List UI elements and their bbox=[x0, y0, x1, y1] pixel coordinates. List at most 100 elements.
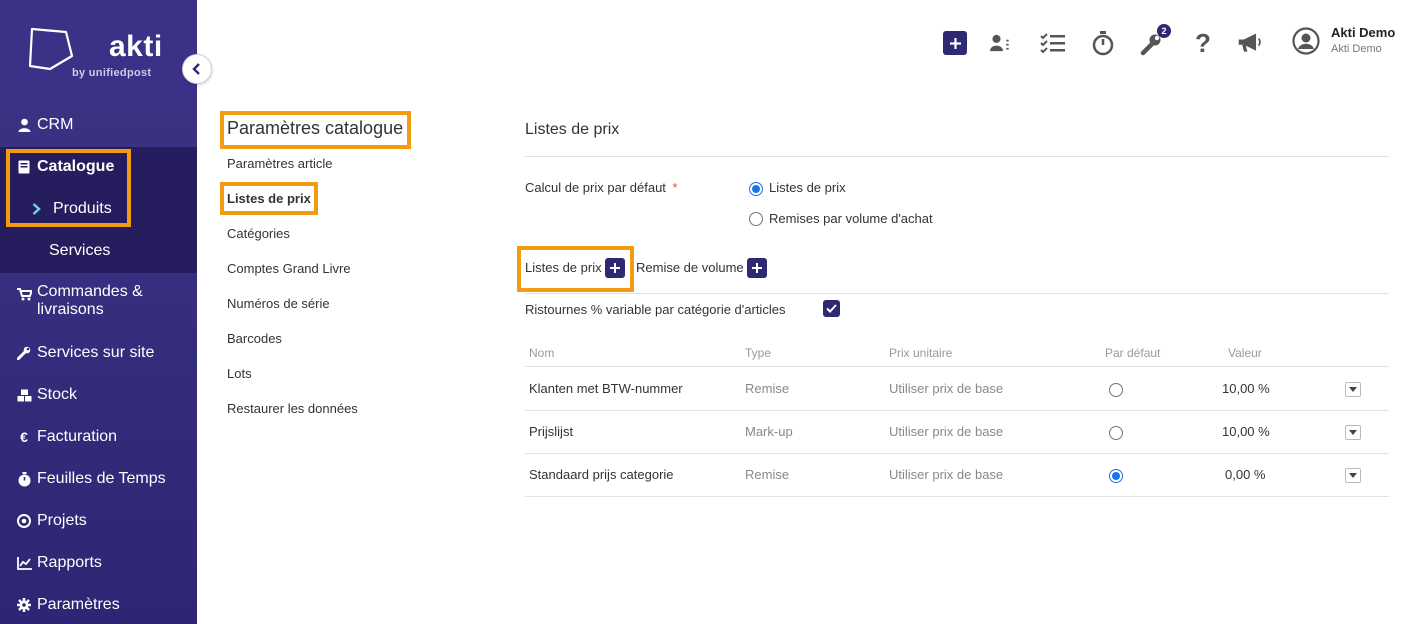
cart-icon bbox=[16, 286, 32, 302]
target-icon bbox=[16, 513, 32, 529]
sidebar-item-rapports[interactable]: Rapports bbox=[0, 542, 197, 584]
sidebar: akti by unifiedpost CRM Catalogue Produi… bbox=[0, 0, 197, 624]
subnav-link-comptes[interactable]: Comptes Grand Livre bbox=[227, 261, 351, 276]
cell-name: Klanten met BTW-nummer bbox=[529, 381, 683, 396]
check-icon bbox=[826, 304, 837, 313]
cell-name: Prijslijst bbox=[529, 424, 574, 439]
wrench-icon bbox=[16, 345, 32, 361]
radio-remises-volume[interactable] bbox=[749, 212, 763, 226]
stopwatch-icon bbox=[16, 471, 32, 487]
megaphone-icon bbox=[1238, 33, 1261, 52]
subnav-link-lots[interactable]: Lots bbox=[227, 366, 252, 381]
table-divider bbox=[525, 496, 1389, 497]
column-header-nom: Nom bbox=[529, 346, 555, 360]
sidebar-item-label: Paramètres bbox=[37, 596, 120, 613]
divider bbox=[525, 293, 1389, 294]
cell-type: Mark-up bbox=[745, 424, 793, 439]
sidebar-item-commandes[interactable]: Commandes & livraisons bbox=[0, 283, 197, 321]
subnav-link-categories[interactable]: Catégories bbox=[227, 226, 290, 241]
sidebar-item-feuilles[interactable]: Feuilles de Temps bbox=[0, 458, 197, 500]
brand-name: akti bbox=[109, 30, 163, 63]
stopwatch-icon bbox=[1092, 30, 1114, 55]
sidebar-item-label: Stock bbox=[37, 386, 78, 403]
cell-unit-price: Utiliser prix de base bbox=[889, 467, 1004, 482]
contacts-list-button[interactable] bbox=[990, 30, 1016, 56]
checklist-icon bbox=[1040, 33, 1065, 53]
sidebar-item-label-wrap: Commandes & livraisons bbox=[37, 283, 143, 319]
cell-value: 10,00 % bbox=[1222, 381, 1270, 396]
user-name[interactable]: Akti Demo bbox=[1331, 25, 1395, 40]
euro-icon: € bbox=[20, 429, 28, 445]
default-radio[interactable] bbox=[1109, 383, 1123, 397]
brand-logo[interactable]: akti by unifiedpost bbox=[0, 0, 197, 104]
cell-value: 0,00 % bbox=[1225, 467, 1266, 482]
chart-icon bbox=[16, 555, 32, 571]
row-actions-dropdown[interactable] bbox=[1345, 468, 1361, 483]
column-header-valeur: Valeur bbox=[1228, 346, 1262, 360]
question-icon: ? bbox=[1195, 27, 1211, 58]
column-header-prix: Prix unitaire bbox=[889, 346, 953, 360]
user-icon bbox=[16, 117, 32, 133]
highlight-box-add-list bbox=[517, 246, 634, 292]
brand-sub: by unifiedpost bbox=[72, 67, 152, 79]
cell-type: Remise bbox=[745, 381, 790, 396]
sidebar-item-projets[interactable]: Projets bbox=[0, 500, 197, 542]
sidebar-item-label: Services bbox=[49, 242, 111, 259]
default-radio[interactable] bbox=[1109, 469, 1123, 483]
tasks-button[interactable] bbox=[1040, 30, 1066, 56]
sidebar-item-label: Facturation bbox=[37, 428, 118, 445]
sidebar-item-crm[interactable]: CRM bbox=[0, 104, 197, 146]
subnav-link-parametres-article[interactable]: Paramètres article bbox=[227, 156, 332, 171]
add-volume-discount-button[interactable] bbox=[747, 258, 767, 278]
avatar-icon bbox=[1292, 27, 1320, 55]
calc-label-text: Calcul de prix par défaut bbox=[525, 180, 666, 195]
subnav-link-barcodes[interactable]: Barcodes bbox=[227, 331, 282, 346]
announcements-button[interactable] bbox=[1237, 30, 1263, 56]
sidebar-item-label: Services sur site bbox=[37, 344, 155, 361]
table-divider bbox=[525, 453, 1389, 454]
sidebar-item-services-site[interactable]: Services sur site bbox=[0, 332, 197, 374]
sidebar-item-label: Feuilles de Temps bbox=[37, 470, 166, 487]
cell-unit-price: Utiliser prix de base bbox=[889, 424, 1004, 439]
timer-button[interactable] bbox=[1090, 30, 1116, 56]
sidebar-item-label: Commandes & bbox=[37, 283, 143, 300]
radio-label-listes[interactable]: Listes de prix bbox=[769, 180, 846, 195]
subnav-link-numeros[interactable]: Numéros de série bbox=[227, 296, 330, 311]
help-button[interactable]: ? bbox=[1190, 27, 1216, 58]
cell-type: Remise bbox=[745, 467, 790, 482]
sidebar-item-label: Rapports bbox=[37, 554, 102, 571]
sidebar-item-services[interactable]: Services bbox=[0, 230, 197, 272]
tools-button[interactable]: 2 bbox=[1140, 24, 1171, 56]
highlight-box-catalogue bbox=[6, 149, 131, 227]
cell-unit-price: Utiliser prix de base bbox=[889, 381, 1004, 396]
highlight-box-title bbox=[220, 111, 411, 149]
collapse-sidebar-button[interactable] bbox=[182, 54, 212, 84]
cell-name: Standaard prijs categorie bbox=[529, 467, 674, 482]
sidebar-item-parametres[interactable]: Paramètres bbox=[0, 584, 197, 624]
sidebar-item-facturation[interactable]: € Facturation bbox=[0, 416, 197, 458]
column-header-type: Type bbox=[745, 346, 772, 360]
sidebar-item-label: CRM bbox=[37, 116, 74, 133]
chevron-left-icon bbox=[192, 63, 200, 75]
column-header-defaut: Par défaut bbox=[1105, 346, 1161, 360]
radio-listes-de-prix[interactable] bbox=[749, 182, 763, 196]
sidebar-item-stock[interactable]: Stock bbox=[0, 374, 197, 416]
page-title: Listes de prix bbox=[525, 121, 620, 138]
user-avatar[interactable] bbox=[1292, 27, 1320, 55]
calc-label: Calcul de prix par défaut * bbox=[525, 180, 678, 195]
cubes-icon bbox=[16, 387, 32, 403]
rebate-checkbox[interactable] bbox=[823, 300, 840, 317]
tab-remise-volume[interactable]: Remise de volume bbox=[636, 260, 744, 275]
plus-icon bbox=[943, 31, 967, 55]
gear-icon bbox=[16, 597, 32, 613]
divider bbox=[525, 156, 1389, 157]
subnav-link-restaurer[interactable]: Restaurer les données bbox=[227, 401, 358, 416]
row-actions-dropdown[interactable] bbox=[1345, 425, 1361, 440]
cell-value: 10,00 % bbox=[1222, 424, 1270, 439]
table-divider bbox=[525, 410, 1389, 411]
default-radio[interactable] bbox=[1109, 426, 1123, 440]
add-button[interactable] bbox=[942, 30, 968, 56]
row-actions-dropdown[interactable] bbox=[1345, 382, 1361, 397]
contacts-list-icon bbox=[990, 34, 1009, 52]
radio-label-remises[interactable]: Remises par volume d'achat bbox=[769, 211, 933, 226]
